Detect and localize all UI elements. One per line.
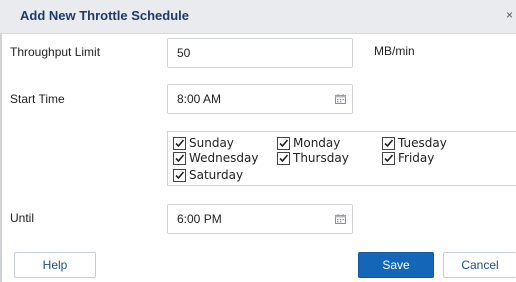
throughput-unit-label: MB/min	[374, 44, 415, 58]
throughput-limit-input[interactable]	[177, 46, 327, 60]
dialog-titlebar: Add New Throttle Schedule ×	[0, 0, 516, 34]
checkbox-checked-icon[interactable]	[277, 152, 290, 165]
day-label: Thursday	[293, 151, 349, 165]
day-label: Monday	[293, 136, 341, 150]
day-label: Sunday	[189, 136, 234, 150]
checkbox-checked-icon[interactable]	[173, 152, 186, 165]
dialog-title: Add New Throttle Schedule	[20, 8, 190, 23]
checkbox-checked-icon[interactable]	[382, 152, 395, 165]
day-label: Tuesday	[398, 136, 447, 150]
start-time-label: Start Time	[10, 92, 65, 106]
checkbox-checked-icon[interactable]	[277, 137, 290, 150]
checkbox-checked-icon[interactable]	[173, 137, 186, 150]
day-label: Friday	[398, 151, 435, 165]
save-button[interactable]: Save	[358, 252, 434, 278]
checkbox-checked-icon[interactable]	[173, 169, 186, 182]
day-label: Saturday	[189, 168, 244, 182]
throttle-schedule-dialog: Add New Throttle Schedule × Throughput L…	[0, 0, 516, 282]
close-icon[interactable]: ×	[506, 8, 513, 22]
days-of-week-group: Sunday Monday Tuesday Wednesday Thursday…	[167, 131, 516, 186]
day-label: Wednesday	[189, 151, 259, 165]
calendar-icon[interactable]	[335, 94, 346, 104]
until-label: Until	[10, 211, 35, 225]
throughput-limit-label: Throughput Limit	[10, 45, 101, 59]
cancel-button[interactable]: Cancel	[443, 252, 516, 278]
start-time-input[interactable]	[177, 92, 327, 106]
start-time-field[interactable]	[167, 84, 353, 114]
checkbox-checked-icon[interactable]	[382, 137, 395, 150]
throughput-limit-field[interactable]	[167, 38, 353, 68]
until-time-input[interactable]	[177, 212, 327, 226]
help-button[interactable]: Help	[14, 252, 96, 278]
until-time-field[interactable]	[167, 204, 353, 234]
calendar-icon[interactable]	[335, 214, 346, 224]
dialog-left-border	[0, 34, 2, 282]
